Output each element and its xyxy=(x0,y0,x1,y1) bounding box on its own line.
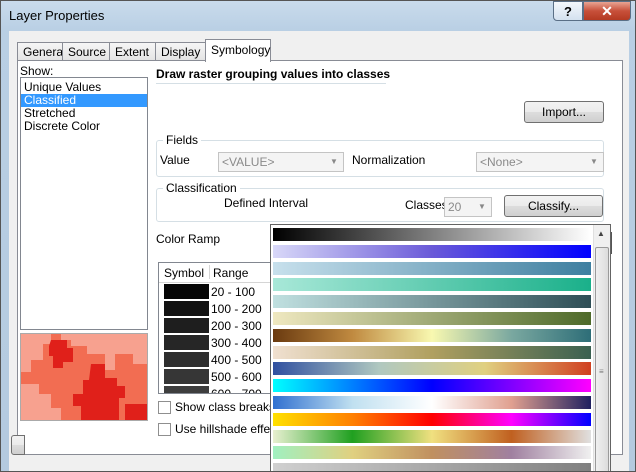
show-list: Unique Values Classified Stretched Discr… xyxy=(20,77,148,330)
value-combo[interactable]: <VALUE> ▼ xyxy=(218,152,344,172)
scroll-thumb[interactable]: ≡ xyxy=(595,247,609,471)
color-ramp-dropdown-list[interactable]: ▲ ≡ xyxy=(270,224,611,471)
chevron-down-icon: ▼ xyxy=(330,157,338,166)
color-ramp-option[interactable] xyxy=(273,244,591,258)
heading-divider xyxy=(156,83,386,84)
symbol-swatch[interactable] xyxy=(164,369,209,384)
tab-source[interactable]: Source xyxy=(62,42,110,61)
value-combo-text: <VALUE> xyxy=(222,155,275,169)
grip-icon: ≡ xyxy=(599,367,604,376)
layer-properties-window: Layer Properties ? ✕ General Source Exte… xyxy=(0,0,636,472)
color-ramp-option[interactable] xyxy=(273,362,591,376)
scroll-up-icon[interactable]: ▲ xyxy=(597,229,605,238)
range-label: 300 - 400 xyxy=(211,336,262,350)
color-ramp-option[interactable] xyxy=(273,379,591,393)
color-ramp-option[interactable] xyxy=(273,295,591,309)
chevron-down-icon: ▼ xyxy=(478,202,486,211)
help-icon: ? xyxy=(564,3,572,19)
color-ramp-option[interactable] xyxy=(273,396,591,409)
color-ramp-option[interactable] xyxy=(273,463,591,471)
color-ramp-option[interactable] xyxy=(273,446,591,460)
page-heading: Draw raster grouping values into classes xyxy=(156,67,391,81)
color-ramp-option[interactable] xyxy=(273,278,591,292)
color-ramp-option[interactable] xyxy=(273,328,591,342)
tab-display[interactable]: Display xyxy=(155,42,206,61)
color-ramp-label: Color Ramp xyxy=(156,232,221,246)
range-label: 500 - 600 xyxy=(211,370,262,384)
title-bar: Layer Properties ? ✕ xyxy=(1,1,635,31)
show-class-breaks-checkbox[interactable] xyxy=(158,401,171,414)
range-label: 20 - 100 xyxy=(211,285,256,299)
help-button[interactable]: ? xyxy=(553,1,583,21)
close-button[interactable]: ✕ xyxy=(583,1,631,21)
symbol-swatch[interactable] xyxy=(164,284,209,299)
close-icon: ✕ xyxy=(601,2,613,19)
tab-general[interactable]: General xyxy=(17,42,66,61)
tab-extent[interactable]: Extent xyxy=(109,42,156,61)
normalization-combo[interactable]: <None> ▼ xyxy=(476,152,604,172)
symbol-swatch[interactable] xyxy=(164,352,209,367)
range-label: 200 - 300 xyxy=(211,319,262,333)
symbol-swatch[interactable] xyxy=(164,386,209,393)
color-ramp-option[interactable] xyxy=(273,261,591,275)
color-ramp-option[interactable] xyxy=(273,345,591,359)
symbology-preview-image xyxy=(20,333,148,421)
classification-group: Classification Defined Interval Classes … xyxy=(156,181,604,222)
range-label: 100 - 200 xyxy=(211,302,262,316)
value-label: Value xyxy=(160,153,190,167)
color-ramp-option[interactable] xyxy=(273,429,591,443)
window-title: Layer Properties xyxy=(9,8,105,23)
classes-combo[interactable]: 20 ▼ xyxy=(444,197,492,217)
bottom-button-edge[interactable] xyxy=(11,435,25,455)
column-header-symbol[interactable]: Symbol xyxy=(164,266,204,280)
color-ramp-option[interactable] xyxy=(273,412,591,426)
show-item-discrete-color[interactable]: Discrete Color xyxy=(21,120,147,133)
fields-group: Fields Value <VALUE> ▼ Normalization <No… xyxy=(156,133,604,177)
chevron-down-icon: ▼ xyxy=(590,157,598,166)
tab-symbology[interactable]: Symbology xyxy=(205,39,271,62)
dropdown-scrollbar[interactable]: ▲ ≡ xyxy=(593,225,610,471)
color-ramp-option[interactable] xyxy=(273,228,591,241)
range-label: 400 - 500 xyxy=(211,353,262,367)
symbol-swatch[interactable] xyxy=(164,318,209,333)
import-button[interactable]: Import... xyxy=(524,101,604,123)
color-ramp-option[interactable] xyxy=(273,312,591,325)
classification-group-label: Classification xyxy=(163,181,240,195)
column-header-range[interactable]: Range xyxy=(213,266,248,280)
fields-group-label: Fields xyxy=(163,133,202,147)
symbol-swatch[interactable] xyxy=(164,335,209,350)
normalization-combo-text: <None> xyxy=(480,155,523,169)
classes-combo-text: 20 xyxy=(448,200,462,214)
use-hillshade-checkbox[interactable] xyxy=(158,423,171,436)
classes-label: Classes xyxy=(405,198,448,212)
range-label: 600 - 700 xyxy=(211,387,262,394)
use-hillshade-label: Use hillshade effect xyxy=(175,422,280,436)
show-label: Show: xyxy=(20,64,54,78)
classification-method: Defined Interval xyxy=(224,196,309,210)
normalization-label: Normalization xyxy=(352,153,426,167)
symbol-swatch[interactable] xyxy=(164,301,209,316)
classify-button[interactable]: Classify... xyxy=(504,195,603,217)
